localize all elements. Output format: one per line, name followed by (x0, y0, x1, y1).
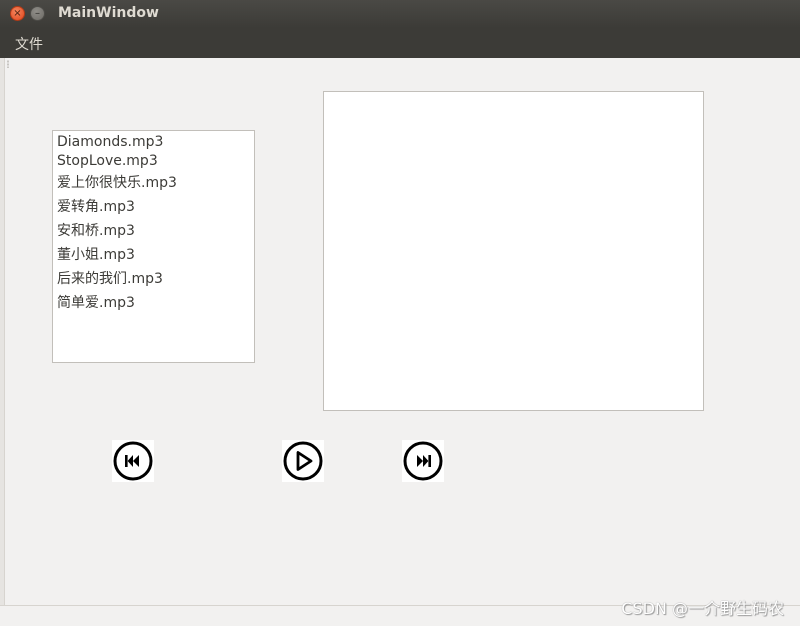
skip-previous-icon (113, 441, 153, 481)
menu-file[interactable]: 文件 (15, 34, 43, 54)
skip-next-icon (403, 441, 443, 481)
previous-button[interactable] (112, 440, 154, 482)
lyrics-display-panel (323, 91, 704, 411)
play-button[interactable] (282, 440, 324, 482)
close-icon: × (13, 8, 22, 19)
playlist-item[interactable]: StopLove.mp3 (53, 152, 254, 171)
minimize-icon: – (35, 8, 40, 19)
left-dock-edge (0, 58, 5, 608)
minimize-button[interactable]: – (30, 6, 45, 21)
central-widget: Diamonds.mp3 StopLove.mp3 爱上你很快乐.mp3 爱转角… (0, 58, 800, 626)
title-bar: × – MainWindow (0, 0, 800, 28)
watermark-text: CSDN @一介野生码农 (621, 599, 784, 618)
playlist-item[interactable]: 爱转角.mp3 (53, 195, 254, 219)
playlist-item[interactable]: 简单爱.mp3 (53, 291, 254, 315)
menu-bar: 文件 (0, 28, 800, 58)
next-button[interactable] (402, 440, 444, 482)
playlist-item[interactable]: 爱上你很快乐.mp3 (53, 171, 254, 195)
playlist[interactable]: Diamonds.mp3 StopLove.mp3 爱上你很快乐.mp3 爱转角… (52, 130, 255, 363)
play-icon (283, 441, 323, 481)
playlist-item[interactable]: 董小姐.mp3 (53, 243, 254, 267)
window-title: MainWindow (58, 5, 159, 21)
playlist-item[interactable]: Diamonds.mp3 (53, 133, 254, 152)
playlist-item[interactable]: 后来的我们.mp3 (53, 267, 254, 291)
close-button[interactable]: × (10, 6, 25, 21)
playlist-item[interactable]: 安和桥.mp3 (53, 219, 254, 243)
toolbar-grip[interactable] (7, 60, 9, 68)
